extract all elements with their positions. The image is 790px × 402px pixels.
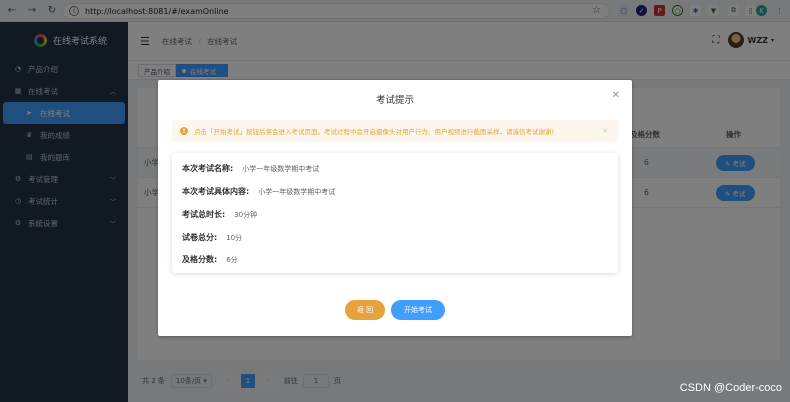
dialog-title: 考试提示: [375, 95, 414, 106]
exam-info-card: 本次考试名称: 小学一年级数学期中考试 本次考试具体内容: 小学一年级数学期中考…: [172, 153, 618, 273]
info-value: 6分: [226, 255, 238, 264]
info-value: 小学一年级数学期中考试: [258, 187, 336, 196]
info-line-duration: 考试总时长: 30分钟: [182, 209, 257, 220]
info-value: 小学一年级数学期中考试: [242, 164, 320, 173]
info-label: 本次考试具体内容:: [182, 187, 250, 196]
close-icon[interactable]: ✕: [612, 90, 620, 101]
warning-alert: ! 点击「开始考试」按钮后将会进入考试页面。考试过程中会开启摄像头对用户行为、用…: [172, 120, 618, 142]
alert-text: 点击「开始考试」按钮后将会进入考试页面。考试过程中会开启摄像头对用户行为、用户视…: [194, 128, 555, 136]
info-label: 试卷总分:: [182, 233, 218, 242]
alert-close-icon[interactable]: ✕: [602, 127, 608, 135]
start-exam-button[interactable]: 开始考试: [391, 300, 445, 320]
exam-tip-dialog: 考试提示 ✕ ! 点击「开始考试」按钮后将会进入考试页面。考试过程中会开启摄像头…: [158, 80, 632, 336]
info-line-pass-score: 及格分数: 6分: [182, 254, 238, 265]
watermark: CSDN @Coder-coco: [679, 382, 782, 394]
info-label: 考试总时长:: [182, 210, 226, 219]
info-label: 及格分数:: [182, 255, 218, 264]
info-line-content: 本次考试具体内容: 小学一年级数学期中考试: [182, 186, 335, 197]
info-label: 本次考试名称:: [182, 164, 234, 173]
back-button[interactable]: 返 回: [345, 300, 385, 320]
info-value: 10分: [226, 233, 243, 242]
info-line-name: 本次考试名称: 小学一年级数学期中考试: [182, 163, 319, 174]
info-value: 30分钟: [234, 210, 258, 219]
warning-icon: !: [180, 127, 188, 135]
info-line-total-score: 试卷总分: 10分: [182, 232, 242, 243]
